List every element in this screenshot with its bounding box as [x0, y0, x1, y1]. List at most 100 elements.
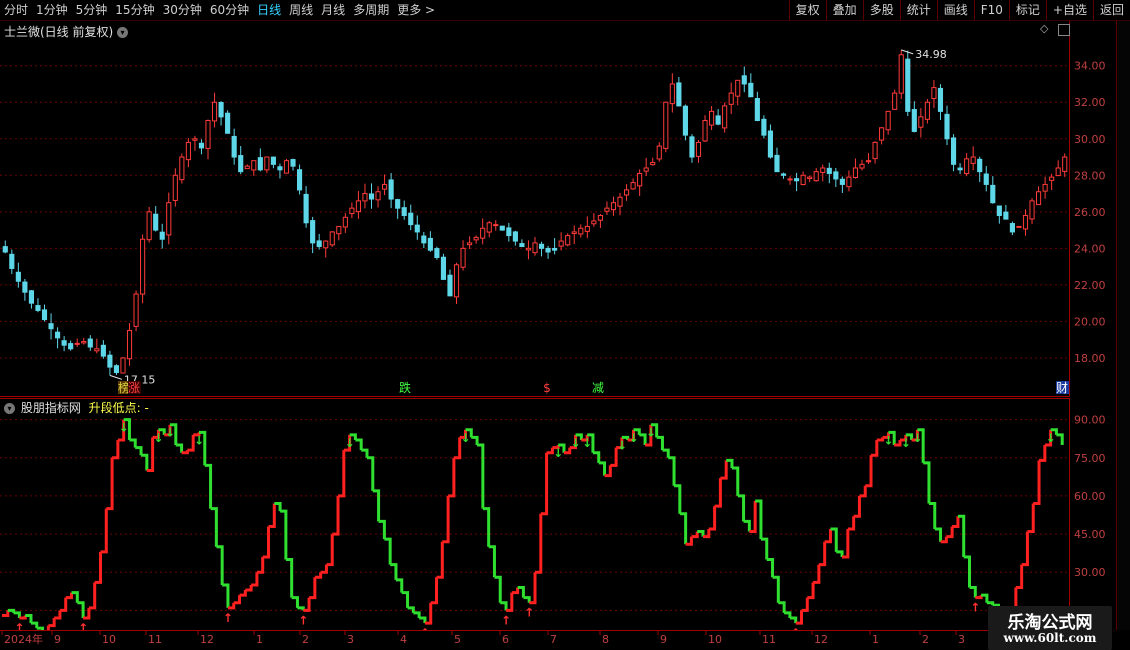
toolbar-button[interactable]: 多股	[862, 0, 900, 20]
toolbar-button[interactable]: 标记	[1008, 0, 1046, 20]
toolbar-button[interactable]: 叠加	[825, 0, 863, 20]
period-tab[interactable]: 60分钟	[206, 0, 253, 20]
candle-body	[735, 79, 741, 97]
sell-arrow-icon: ↓	[628, 431, 638, 445]
period-tab[interactable]: 周线	[285, 0, 317, 20]
candle-body	[342, 216, 348, 228]
price-chart[interactable]: 34.9817.15榜涨跌 $ 减财	[0, 21, 1070, 397]
indicator-tick-label: 60.00	[1074, 490, 1106, 503]
period-tab[interactable]: 1分钟	[32, 0, 72, 20]
candle-body	[983, 173, 989, 185]
candle-body	[264, 156, 270, 171]
period-tab[interactable]: 分时	[0, 0, 32, 20]
main-title-text: 士兰微(日线 前复权)	[4, 25, 114, 39]
period-tab[interactable]: 30分钟	[159, 0, 206, 20]
date-label: 4	[400, 633, 407, 646]
candle-body	[55, 331, 61, 339]
candle-body	[885, 110, 891, 131]
candle-body	[709, 110, 715, 126]
price-axis: 34.00 32.00 30.00 28.00 26.00 24.00 22.00 20.00…	[1074, 60, 1106, 365]
candle-body	[355, 200, 361, 213]
period-tab[interactable]: 15分钟	[111, 0, 158, 20]
candle-body	[591, 220, 597, 225]
candle-body	[179, 156, 185, 181]
date-label: 8	[602, 633, 609, 646]
toolbar-button[interactable]: 返回	[1092, 0, 1130, 20]
candle-body	[362, 193, 368, 202]
price-tick-label: 26.00	[1074, 206, 1106, 219]
sell-arrow-icon: ↓	[460, 431, 470, 445]
candle-body	[100, 344, 106, 357]
indicator-chart[interactable]: ↑↑↑↓↓↓↓↑↑↓↑↓↑↑↓↓↓↓↓↓↑↓↓↓↑↑↓	[0, 398, 1070, 630]
indicator-settings-icon[interactable]: ▾	[4, 403, 15, 414]
candle-body	[22, 281, 28, 293]
toolbar-button[interactable]: +自选	[1045, 0, 1093, 20]
sell-arrow-icon: ↓	[119, 421, 129, 435]
event-tag: 财	[1056, 381, 1068, 395]
candle-body	[944, 113, 950, 140]
candle-body	[964, 158, 970, 175]
candle-body	[375, 191, 381, 201]
candle-body	[185, 141, 191, 161]
candle-body	[859, 163, 865, 169]
candle-body	[1016, 225, 1022, 228]
candle-body	[872, 141, 878, 160]
candle-body	[820, 167, 826, 173]
candle-body	[329, 231, 335, 246]
candle-body	[277, 166, 283, 171]
event-tag: 跌	[399, 380, 411, 395]
candle-body	[937, 87, 944, 112]
price-tick-label: 18.00	[1074, 352, 1106, 365]
date-label: 12	[814, 633, 828, 646]
toolbar-button[interactable]: 复权	[788, 0, 826, 20]
candle-body	[388, 179, 394, 200]
toolbar-button[interactable]: 统计	[899, 0, 937, 20]
date-label: 6	[502, 633, 509, 646]
candle-body	[120, 357, 126, 374]
candle-body	[296, 169, 303, 191]
candle-body	[113, 365, 120, 374]
candle-body	[970, 156, 976, 164]
period-tab[interactable]: 月线	[317, 0, 349, 20]
period-tab[interactable]: 日线	[253, 0, 285, 20]
price-tick-label: 24.00	[1074, 242, 1106, 255]
price-tick-label: 30.00	[1074, 133, 1106, 146]
toolbar-button[interactable]: F10	[973, 0, 1009, 20]
candle-body	[865, 160, 872, 163]
right-scroll-strip[interactable]	[1116, 21, 1130, 630]
candle-body	[565, 235, 571, 246]
candle-body	[166, 202, 172, 236]
indicator-tick-label: 75.00	[1074, 452, 1106, 465]
candle-body	[558, 240, 564, 247]
candle-body	[689, 136, 695, 158]
period-tab[interactable]: 多周期	[349, 0, 393, 20]
candle-body	[493, 224, 499, 227]
toolbar-buttons: 复权 叠加 多股 统计 画线 F10 标记 +自选 返回	[788, 0, 1130, 20]
panel-toggle-icon[interactable]	[1058, 24, 1070, 36]
candle-body	[270, 156, 276, 165]
event-tag: 减	[592, 381, 604, 395]
watermark-url: www.60lt.com	[1003, 631, 1097, 645]
date-label: 2	[302, 633, 309, 646]
max-price-label: 34.98	[915, 48, 947, 61]
candle-body	[9, 253, 15, 269]
date-label: 9	[660, 633, 667, 646]
indicator-tick-label: 90.00	[1074, 414, 1106, 427]
candle-body	[408, 212, 414, 226]
candle-body	[584, 225, 590, 232]
candle-body	[48, 323, 54, 330]
candle-body	[525, 247, 532, 251]
candle-body	[682, 105, 688, 136]
period-tab[interactable]: 更多 >	[393, 0, 439, 20]
buy-arrow-icon: ↑	[78, 621, 88, 630]
candle-body	[702, 120, 708, 142]
toolbar-button[interactable]: 画线	[936, 0, 974, 20]
settings-icon[interactable]: ▾	[117, 27, 129, 38]
candle-body	[126, 330, 133, 360]
candle-body	[669, 83, 675, 105]
diamond-icon[interactable]: ◇	[1040, 22, 1048, 35]
period-tab[interactable]: 5分钟	[72, 0, 112, 20]
sell-arrow-icon: ↓	[617, 438, 627, 452]
candle-body	[996, 205, 1002, 216]
candle-body	[35, 305, 41, 311]
